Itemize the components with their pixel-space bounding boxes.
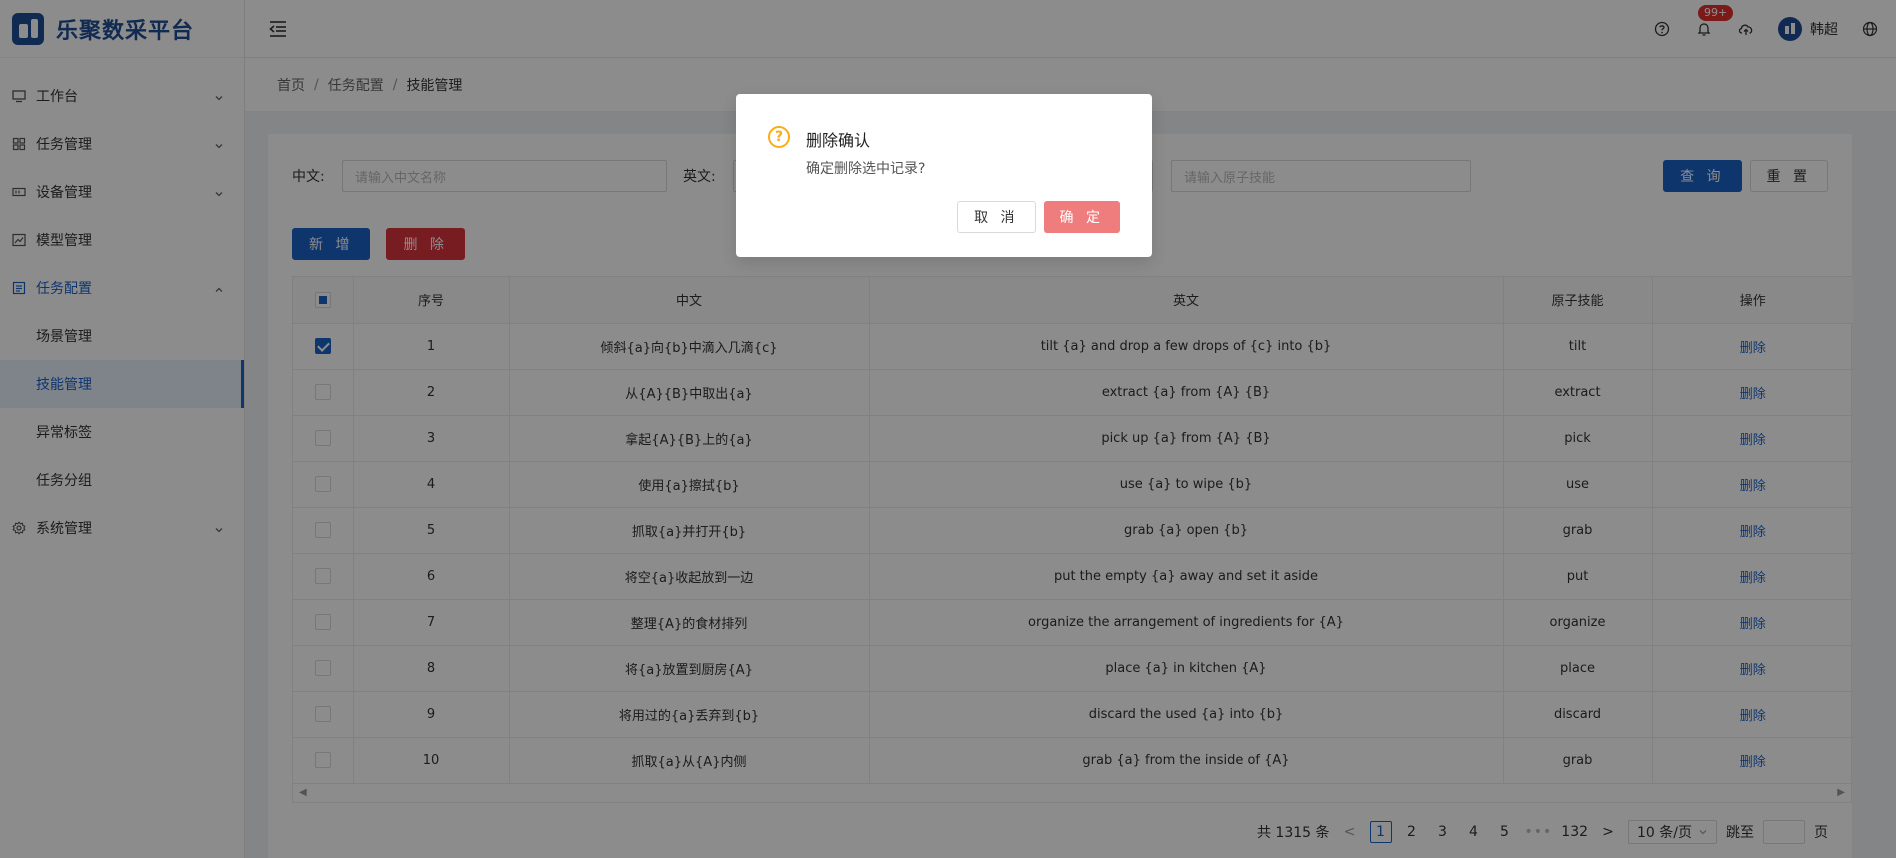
cancel-button[interactable]: 取 消	[957, 201, 1036, 233]
dialog-title: 删除确认	[806, 131, 871, 150]
delete-confirm-dialog: ? 删除确认 确定删除选中记录? 取 消 确 定	[736, 94, 1152, 257]
confirm-button[interactable]: 确 定	[1043, 201, 1120, 233]
dialog-actions: 取 消 确 定	[957, 201, 1120, 233]
dialog-content: 确定删除选中记录?	[806, 161, 926, 177]
question-circle-icon: ?	[768, 126, 790, 148]
